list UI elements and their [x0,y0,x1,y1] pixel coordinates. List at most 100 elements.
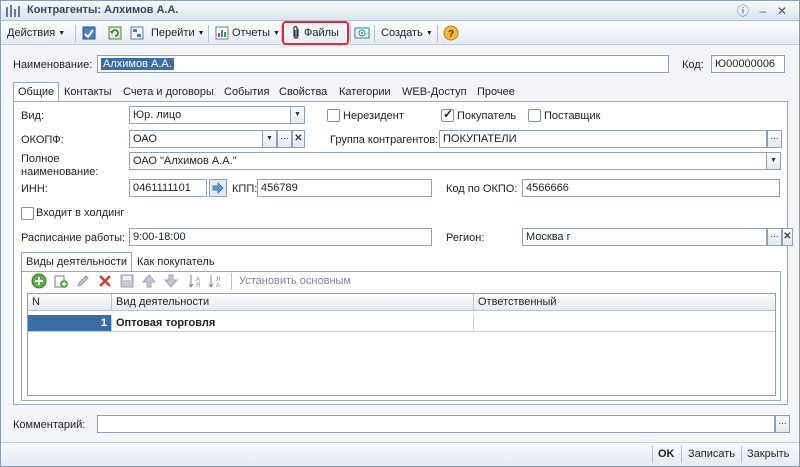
svg-text:A: A [216,283,220,289]
email-icon[interactable] [354,25,370,41]
schedule-field[interactable]: 9:00-18:00 [129,228,432,246]
actions-label: Действия [7,27,56,39]
kind-dropdown-button[interactable]: ▼ [291,106,305,124]
reports-icon[interactable] [214,25,230,41]
nonresident-checkbox[interactable] [327,109,340,122]
minimize-button[interactable]: – [756,4,770,18]
create-menu[interactable]: Создать ▼ [381,24,433,43]
save-close-icon[interactable] [81,25,97,41]
region-label: Регион: [446,232,485,244]
move-down-icon[interactable] [163,273,179,289]
okopf-clear-button[interactable]: ✕ [292,130,305,148]
kind-field[interactable]: Юр. лицо [129,106,291,124]
supplier-label: Поставщик [544,110,601,122]
copy-icon[interactable] [53,273,69,289]
close-window-button[interactable]: ✕ [775,4,789,18]
close-button[interactable]: Закрыть [747,448,789,460]
svg-text:?: ? [448,29,454,40]
name-value: Алхимов А.А. [101,58,174,70]
toolbar: Действия ▼ Перейти ▼ Отчеты ▼ Файлы Создать… [1,22,799,45]
tab-web-access[interactable]: WEB-Доступ [397,82,472,101]
kpp-label: КПП: [232,183,258,195]
cell-activity[interactable]: Оптовая торговля [112,315,474,332]
schedule-label: Расписание работы: [21,232,126,244]
help-icon[interactable]: ? [443,25,459,41]
name-field[interactable]: Алхимов А.А. [97,55,669,73]
toolbar-separator [652,446,653,463]
tab-categories[interactable]: Категории [334,82,396,101]
toolbar-separator [374,25,375,42]
toolbar-separator [75,25,76,42]
inn-check-button[interactable] [209,179,227,197]
toolbar-separator [208,25,209,42]
okopf-label: ОКОПФ: [21,134,64,146]
info-icon[interactable]: ⓘ [736,4,750,18]
kind-label: Вид: [21,110,44,122]
arrow-right-icon [212,182,224,194]
edit-icon[interactable] [75,273,91,289]
fullname-label-line2: наименование: [21,166,99,178]
region-select-button[interactable]: ... [767,228,782,246]
okopf-field[interactable]: ОАО [129,130,263,148]
cell-responsible[interactable] [474,315,775,332]
delete-icon[interactable] [97,273,113,289]
group-field[interactable]: ПОКУПАТЕЛИ [439,130,767,148]
okopf-dropdown-button[interactable]: ▼ [263,130,277,148]
dropdown-arrow-icon: ▼ [58,30,66,37]
tab-properties[interactable]: Свойства [274,82,332,101]
region-clear-button[interactable]: ✕ [782,228,793,246]
ok-button[interactable]: OK [658,448,675,460]
tab-activity-types[interactable]: Виды деятельности [21,252,133,272]
code-field[interactable]: Ю00000006 [711,55,785,73]
add-icon[interactable] [31,273,47,289]
comment-label: Комментарий: [13,419,86,431]
actions-menu[interactable]: Действия ▼ [7,24,65,43]
cell-n[interactable]: 1 [28,315,112,332]
reports-label: Отчеты [232,27,271,39]
comment-field[interactable] [97,415,775,433]
structure-icon[interactable] [129,25,145,41]
tab-general[interactable]: Общие [13,82,60,102]
okpo-field[interactable]: 4566666 [522,179,780,197]
set-main-button[interactable]: Установить основным [239,275,351,287]
buyer-label: Покупатель [457,110,517,122]
holding-checkbox[interactable] [21,207,34,220]
reports-menu[interactable]: Отчеты ▼ [232,24,280,43]
supplier-checkbox[interactable] [528,109,541,122]
dropdown-arrow-icon: ▼ [197,30,205,37]
comment-expand-button[interactable]: ... [775,415,790,433]
fullname-field[interactable]: ОАО "Алхимов А.А." [129,152,767,170]
tab-contacts[interactable]: Контакты [59,82,117,101]
main-tabs: Общие Контакты Счета и договоры События … [13,82,788,102]
tab-other[interactable]: Прочее [472,82,520,101]
okpo-label: Код по ОКПО: [446,183,518,195]
kpp-field[interactable]: 456789 [257,179,432,197]
tab-accounts[interactable]: Счета и договоры [118,82,219,101]
inn-field[interactable]: 0461111101 [129,179,207,197]
refresh-icon[interactable] [107,25,123,41]
toolbar-separator [681,446,682,463]
group-select-button[interactable]: ... [767,130,782,148]
region-field[interactable]: Москва г [522,228,767,246]
sort-desc-icon[interactable]: ЯA [207,273,223,289]
toolbar-separator [231,273,232,290]
activity-table: N Вид деятельности Ответственный 1 Оптов… [27,293,776,396]
toolbar-separator [741,446,742,463]
column-header-responsible[interactable]: Ответственный [474,294,775,311]
save-button[interactable]: Записать [688,448,735,460]
move-up-icon[interactable] [141,273,157,289]
column-header-activity[interactable]: Вид деятельности [112,294,474,311]
inn-label: ИНН: [21,183,48,195]
tab-events[interactable]: События [219,82,274,101]
goto-menu[interactable]: Перейти ▼ [151,24,205,43]
buyer-checkbox[interactable] [441,107,454,122]
create-label: Создать [381,27,423,39]
files-highlight-frame [282,21,349,45]
sort-asc-icon[interactable]: AЯ [187,273,203,289]
save-icon[interactable] [119,273,135,289]
fullname-dropdown-button[interactable]: ▼ [767,152,781,170]
bottom-bar: OK Записать Закрыть [1,442,799,466]
okopf-select-button[interactable]: ... [277,130,292,148]
column-header-n[interactable]: N [28,294,112,311]
tab-as-buyer[interactable]: Как покупатель [132,252,220,271]
